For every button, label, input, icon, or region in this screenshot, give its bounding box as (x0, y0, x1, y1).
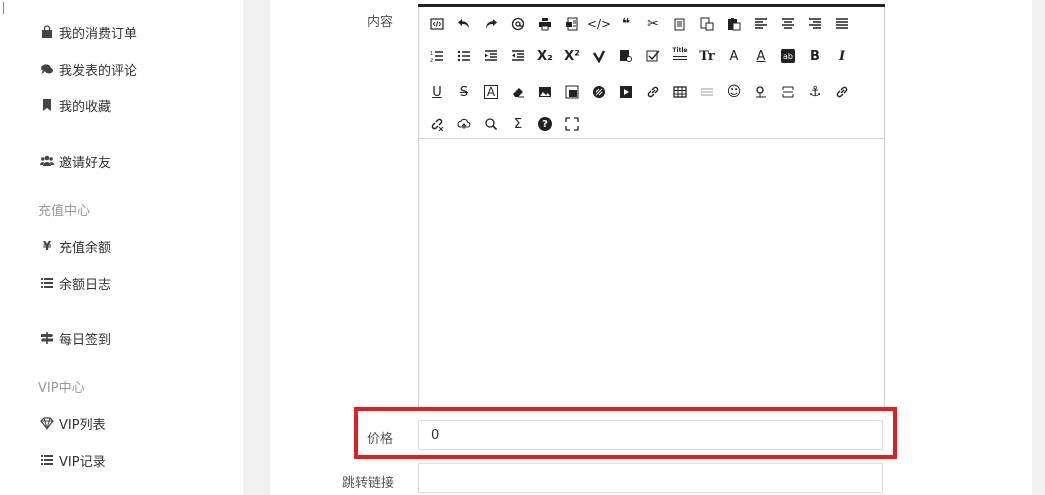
price-highlight-box (354, 407, 897, 459)
font-size-icon[interactable]: Tr (698, 47, 716, 65)
font-color-icon[interactable]: A (752, 47, 770, 65)
sidebar-item-vip-list[interactable]: VIP列表 (40, 413, 106, 433)
strikethrough-icon[interactable]: S (455, 83, 473, 101)
sidebar-item-label: 充值余额 (59, 240, 112, 256)
superscript-icon[interactable]: X² (563, 47, 581, 65)
sidebar-item-label: VIP列表 (59, 417, 106, 433)
right-gutter (1032, 0, 1045, 495)
sidebar-section-vip: VIP中心 (38, 381, 85, 396)
underline-icon[interactable]: U (428, 83, 446, 101)
bookmark-icon (40, 98, 54, 112)
main-form: 内容 </> ❝ ✂ 1 2 X₂ X² Title Tr A A ab B I… (270, 0, 1032, 495)
emoticon-icon[interactable]: ☺ (725, 83, 743, 101)
media-icon[interactable] (617, 83, 635, 101)
copy-icon[interactable] (671, 15, 689, 33)
sidebar-item-vip-records[interactable]: VIP记录 (40, 450, 106, 470)
sidebar-item-label: 我发表的评论 (59, 63, 138, 79)
sidebar-edge-marker (3, 2, 4, 14)
sidebar-section-recharge: 充值中心 (38, 204, 91, 219)
fullscreen-icon[interactable] (563, 115, 581, 133)
sidebar-item-favorites[interactable]: 我的收藏 (40, 95, 111, 115)
line-height-icon[interactable]: A (484, 85, 498, 99)
outdent-icon[interactable] (509, 47, 527, 65)
flash-icon[interactable] (590, 83, 608, 101)
sidebar-item-recharge[interactable]: ¥ 充值余额 (40, 236, 111, 256)
baidu-map-icon[interactable] (752, 83, 770, 101)
ordered-list-icon[interactable]: 12 (428, 47, 446, 65)
diamond-icon (40, 416, 54, 430)
unlink-icon[interactable] (833, 83, 851, 101)
cloud-upload-icon[interactable] (455, 115, 473, 133)
unordered-list-icon[interactable] (455, 47, 473, 65)
yen-icon: ¥ (42, 239, 52, 253)
title-icon[interactable]: Title (671, 45, 689, 63)
sidebar-item-label: 我的收藏 (59, 99, 112, 115)
table-icon[interactable] (671, 83, 689, 101)
sidebar-item-label: 余额日志 (59, 277, 112, 293)
sidebar-item-balance-log[interactable]: 余额日志 (40, 273, 111, 293)
print-icon[interactable] (536, 15, 554, 33)
search-replace-icon[interactable] (482, 115, 500, 133)
sidebar-item-checkin[interactable]: 每日签到 (40, 328, 111, 348)
redirect-link-label: 跳转链接 (341, 476, 394, 491)
unlink-x-icon[interactable] (428, 115, 446, 133)
redo-icon[interactable] (482, 15, 500, 33)
help-icon[interactable]: ? (538, 117, 552, 131)
redirect-link-input[interactable] (418, 463, 883, 493)
comments-icon (40, 62, 54, 76)
signpost-icon (40, 331, 54, 345)
list-icon (40, 276, 54, 290)
eraser-icon[interactable] (509, 83, 527, 101)
page-break-icon[interactable] (779, 83, 797, 101)
cut-icon[interactable]: ✂ (644, 15, 662, 33)
preview-icon[interactable] (563, 15, 581, 33)
paste-icon[interactable] (725, 15, 743, 33)
page: 我的消费订单 我发表的评论 我的收藏 邀请好友 充值中心 ¥ 充值余额 余额日志… (0, 0, 1045, 495)
shopping-bag-icon (40, 25, 54, 39)
anchor-icon[interactable]: ⚓ (806, 83, 824, 101)
background-color-icon[interactable]: ab (781, 49, 795, 63)
anchor-at-icon[interactable] (509, 15, 527, 33)
sidebar-item-label: 每日签到 (59, 332, 112, 348)
image-icon[interactable] (536, 83, 554, 101)
align-center-icon[interactable] (779, 15, 797, 33)
code-icon[interactable]: </> (587, 15, 611, 33)
clear-format-icon[interactable] (590, 47, 608, 65)
svg-text:2: 2 (430, 58, 433, 63)
rich-text-editor: </> ❝ ✂ 12 X₂ X² Title Tr A A ab B I U S… (418, 4, 885, 408)
sidebar-item-comments[interactable]: 我发表的评论 (40, 59, 137, 79)
italic-icon[interactable]: I (833, 47, 851, 65)
checklist-icon[interactable] (644, 47, 662, 65)
content-label: 内容 (366, 15, 393, 30)
indent-icon[interactable] (482, 47, 500, 65)
list-icon (40, 453, 54, 467)
paste-text-icon[interactable] (698, 15, 716, 33)
formula-icon[interactable]: Σ (509, 115, 527, 133)
horizontal-rule-icon[interactable] (698, 83, 716, 101)
editor-content-area[interactable] (419, 140, 884, 407)
undo-icon[interactable] (455, 15, 473, 33)
sidebar-item-orders[interactable]: 我的消费订单 (40, 22, 137, 42)
title-glyph: Title (672, 47, 688, 54)
editor-toolbar: </> ❝ ✂ 12 X₂ X² Title Tr A A ab B I U S… (419, 7, 884, 139)
sidebar-item-label: 我的消费订单 (59, 26, 138, 42)
multi-image-icon[interactable] (563, 83, 581, 101)
sidebar-item-invite[interactable]: 邀请好友 (40, 151, 111, 171)
users-icon (40, 154, 54, 168)
align-left-icon[interactable] (752, 15, 770, 33)
align-right-icon[interactable] (806, 15, 824, 33)
sidebar: 我的消费订单 我发表的评论 我的收藏 邀请好友 充值中心 ¥ 充值余额 余额日志… (0, 0, 243, 495)
blockquote-icon[interactable]: ❝ (617, 15, 635, 33)
select-all-icon[interactable] (617, 47, 635, 65)
sidebar-item-label: 邀请好友 (59, 155, 112, 171)
source-code-icon[interactable] (428, 15, 446, 33)
bold-icon[interactable]: B (806, 47, 824, 65)
subscript-icon[interactable]: X₂ (536, 47, 554, 65)
align-justify-icon[interactable] (833, 15, 851, 33)
svg-text:1: 1 (430, 51, 433, 57)
link-icon[interactable] (644, 83, 662, 101)
sidebar-item-label: VIP记录 (59, 454, 106, 470)
font-family-icon[interactable]: A (725, 47, 743, 65)
